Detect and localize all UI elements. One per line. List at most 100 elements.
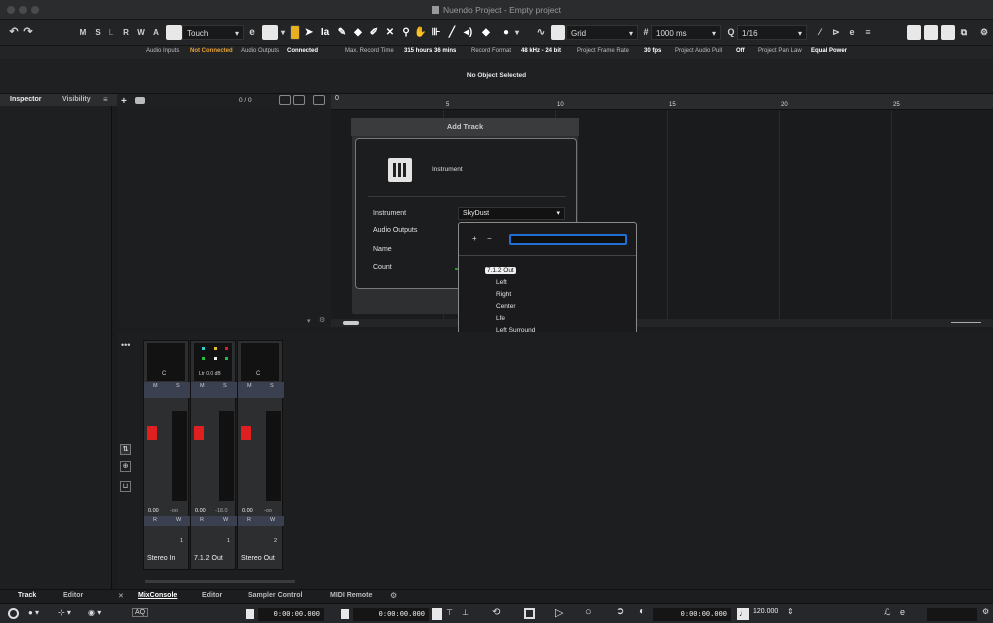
iterative-quantize-icon[interactable]: ⊳ bbox=[830, 25, 842, 40]
track-list-area[interactable] bbox=[117, 108, 331, 327]
zoom-tool-icon[interactable]: ⚲ bbox=[400, 25, 412, 40]
tab-visibility[interactable]: Visibility bbox=[62, 96, 91, 103]
layout-left-zone-icon[interactable] bbox=[907, 25, 921, 40]
automation-a-button[interactable]: A bbox=[151, 25, 161, 40]
primary-time-display[interactable]: 0:00:00.000 bbox=[653, 608, 731, 621]
draw-tool-icon[interactable]: ✐ bbox=[368, 25, 380, 40]
close-icon[interactable]: ✕ bbox=[118, 592, 124, 600]
audio-quantize-button[interactable]: AQ bbox=[132, 608, 149, 617]
object-selection-tool-icon[interactable]: ➤ bbox=[303, 25, 315, 40]
punch-mode-icon[interactable]: ◉ ▾ bbox=[88, 608, 101, 617]
output-item[interactable]: Center bbox=[496, 303, 516, 310]
automation-mode-icon[interactable] bbox=[166, 25, 182, 40]
cycle-mode-icon[interactable]: ⊹ ▾ bbox=[58, 608, 71, 617]
read-button[interactable]: R bbox=[247, 517, 251, 523]
follow-icon[interactable]: ➲ bbox=[616, 606, 624, 617]
more-options-icon[interactable]: ••• bbox=[121, 340, 130, 350]
mixer-scrollbar[interactable] bbox=[145, 580, 295, 583]
lock-icon[interactable] bbox=[432, 608, 442, 620]
play-tool-icon[interactable]: ◂) bbox=[462, 25, 474, 40]
snap-icon[interactable] bbox=[551, 25, 565, 40]
solo-button[interactable]: S bbox=[176, 383, 180, 389]
mute-button[interactable]: M bbox=[153, 383, 158, 389]
tempo-stepper-icon[interactable]: ⇕ bbox=[787, 607, 794, 616]
pan-law-value[interactable]: Equal Power bbox=[811, 48, 847, 54]
fader-icon[interactable]: ⇅ bbox=[120, 444, 131, 455]
refresh-icon[interactable]: e bbox=[900, 607, 905, 617]
global-mute-button[interactable]: M bbox=[78, 25, 88, 40]
layout-right-zone-icon[interactable] bbox=[941, 25, 955, 40]
read-automation-button[interactable]: R bbox=[121, 25, 131, 40]
instrument-select[interactable]: SkyDust ▾ bbox=[458, 207, 565, 220]
channel-name[interactable]: Stereo Out bbox=[241, 555, 275, 562]
record-format-value[interactable]: 48 kHz - 24 bit bbox=[521, 48, 561, 54]
punch-out-icon[interactable]: ⊥ bbox=[462, 608, 469, 617]
output-item[interactable]: Left bbox=[496, 279, 507, 286]
volume-fader[interactable] bbox=[241, 426, 251, 440]
automation-mode-select[interactable]: Touch ▾ bbox=[182, 25, 244, 40]
left-locator-display[interactable]: 0:00:00.000 bbox=[258, 608, 324, 621]
color-tool-icon[interactable]: ◆ bbox=[480, 25, 492, 40]
channel-name[interactable]: 7.1.2 Out bbox=[194, 555, 223, 562]
volume-fader[interactable] bbox=[147, 426, 157, 440]
list-icon[interactable] bbox=[293, 95, 305, 105]
chevron-down-icon[interactable]: ▾ bbox=[307, 317, 311, 325]
settings-icon[interactable]: ⚙ bbox=[319, 316, 325, 324]
layout-lower-zone-icon[interactable] bbox=[924, 25, 938, 40]
track-options-icon[interactable] bbox=[135, 97, 145, 104]
glue-tool-icon[interactable]: ◆ bbox=[352, 25, 364, 40]
redo-icon[interactable]: ↷ bbox=[22, 25, 34, 40]
tab-midi-remote[interactable]: MIDI Remote bbox=[330, 592, 372, 599]
insert-icon[interactable]: ⊕ bbox=[120, 461, 131, 472]
tab-inspector[interactable]: Inspector bbox=[10, 96, 42, 103]
right-locator-display[interactable]: 0:00:00.000 bbox=[353, 608, 429, 621]
solo-button[interactable]: S bbox=[223, 383, 227, 389]
read-button[interactable]: R bbox=[200, 517, 204, 523]
right-locator-icon[interactable] bbox=[341, 609, 349, 619]
ruler[interactable]: 0 5 10 15 20 25 bbox=[331, 94, 993, 110]
tab-track[interactable]: Track bbox=[18, 592, 36, 599]
add-output-button[interactable]: + bbox=[472, 234, 477, 243]
solo-button[interactable]: S bbox=[270, 383, 274, 389]
mute-tool-icon[interactable]: ✋ bbox=[414, 25, 426, 40]
comp-tool-icon[interactable]: ⊪ bbox=[430, 25, 442, 40]
record-button[interactable]: ○ bbox=[585, 606, 592, 618]
quantize-select[interactable]: 1/16 ▾ bbox=[737, 25, 807, 40]
audio-outputs-status[interactable]: Connected bbox=[287, 48, 318, 54]
nudge-select[interactable]: 1000 ms ▾ bbox=[651, 25, 721, 40]
line-tool-icon[interactable]: ╱ bbox=[446, 25, 458, 40]
output-item[interactable]: Lfe bbox=[496, 315, 505, 322]
record-mode-icon[interactable]: ● ▾ bbox=[28, 608, 39, 617]
edit-mode-icon[interactable] bbox=[290, 25, 300, 40]
read-button[interactable]: R bbox=[153, 517, 157, 523]
constrain-icon[interactable] bbox=[262, 25, 278, 40]
quantize-presets-icon[interactable]: ⁄ bbox=[814, 25, 826, 40]
split-tool-icon[interactable]: ✎ bbox=[336, 25, 348, 40]
frame-rate-value[interactable]: 30 fps bbox=[644, 48, 661, 54]
listen-button[interactable]: L bbox=[106, 25, 116, 40]
volume-value[interactable]: 0.00 bbox=[195, 508, 206, 514]
snap-to-zero-icon[interactable]: ∿ bbox=[534, 25, 548, 40]
zoom-slider[interactable] bbox=[951, 322, 981, 323]
output-search-input[interactable] bbox=[509, 234, 627, 245]
volume-value[interactable]: 0.00 bbox=[242, 508, 253, 514]
chevron-down-icon[interactable]: ▾ bbox=[278, 25, 288, 40]
status-icon[interactable] bbox=[8, 608, 19, 619]
chevron-down-icon[interactable]: ▾ bbox=[512, 25, 522, 40]
left-locator-icon[interactable] bbox=[246, 609, 254, 619]
routing-icon[interactable]: ⊔ bbox=[120, 481, 131, 492]
layout-options-icon[interactable]: ⧉ bbox=[958, 25, 970, 40]
scroll-thumb[interactable] bbox=[343, 321, 359, 325]
max-record-value[interactable]: 315 hours 36 mins bbox=[404, 48, 456, 54]
stop-button[interactable] bbox=[524, 608, 535, 619]
horizontal-scrollbar[interactable] bbox=[331, 319, 993, 327]
undo-icon[interactable]: ↶ bbox=[8, 25, 20, 40]
output-item[interactable]: 7.1.2 Out bbox=[485, 267, 516, 274]
volume-fader[interactable] bbox=[194, 426, 204, 440]
range-tool-icon[interactable]: Ia bbox=[319, 25, 331, 40]
sync-icon[interactable]: ≡ bbox=[862, 25, 874, 40]
settings-icon[interactable]: ⚙ bbox=[978, 25, 990, 40]
write-button[interactable]: W bbox=[176, 517, 181, 523]
autoscroll-icon[interactable]: e bbox=[247, 25, 257, 40]
tab-editor-left[interactable]: Editor bbox=[63, 592, 83, 599]
